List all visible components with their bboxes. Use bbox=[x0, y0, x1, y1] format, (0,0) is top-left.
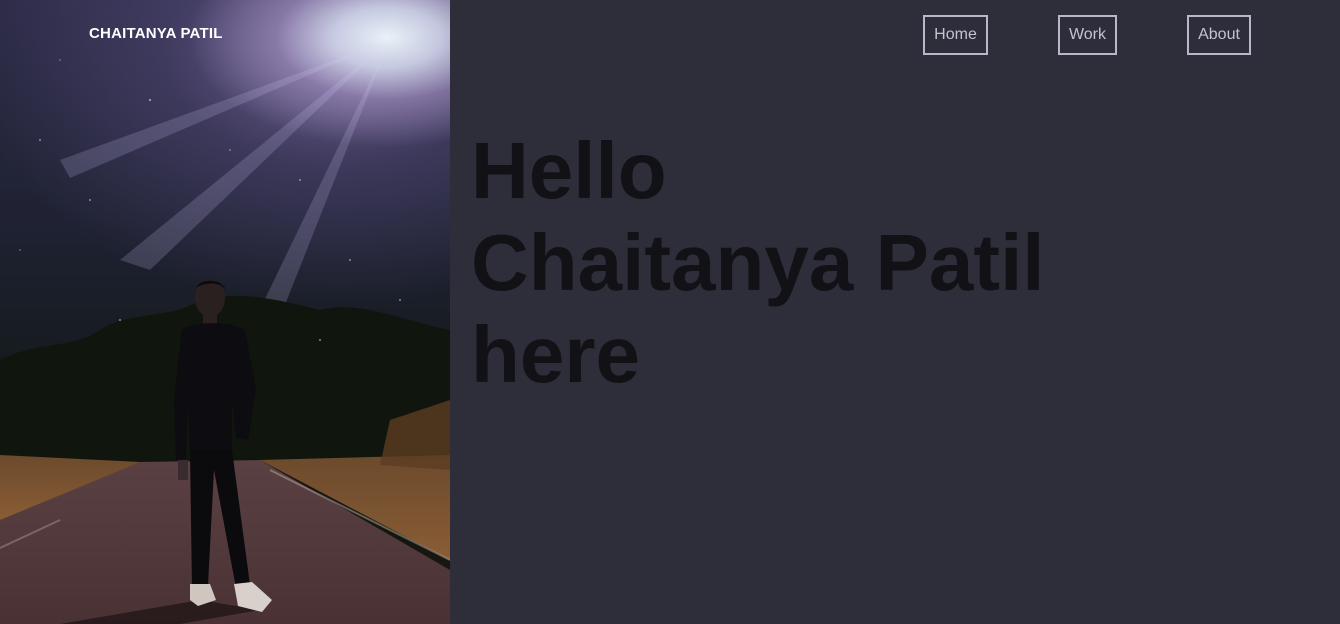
hero-headline: Hello Chaitanya Patil here bbox=[471, 125, 1231, 401]
page: CHAITANYA PATIL Home Work About Hello Ch… bbox=[0, 0, 1340, 624]
hero-line-3: here bbox=[471, 310, 640, 399]
hero-line-1: Hello bbox=[471, 126, 667, 215]
hero-line-2: Chaitanya Patil bbox=[471, 218, 1045, 307]
hero-photo bbox=[0, 0, 450, 624]
nav-about-button[interactable]: About bbox=[1187, 15, 1251, 55]
nav-home-button[interactable]: Home bbox=[923, 15, 988, 55]
brand-name[interactable]: CHAITANYA PATIL bbox=[89, 25, 223, 42]
nav-work-button[interactable]: Work bbox=[1058, 15, 1117, 55]
hero-photo-illustration bbox=[0, 40, 450, 624]
